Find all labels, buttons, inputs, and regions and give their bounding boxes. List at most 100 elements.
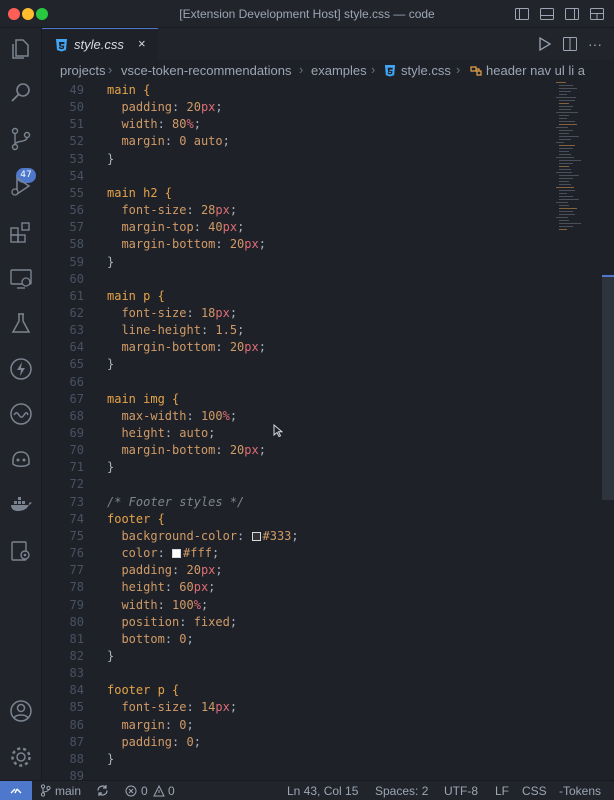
code-line[interactable]: 76 color: #fff; (42, 545, 552, 562)
gear-icon[interactable] (8, 744, 34, 770)
tokens-status[interactable]: -Tokens (559, 784, 601, 798)
code-line[interactable]: 57 margin-top: 40px; (42, 219, 552, 236)
line-number: 79 (69, 597, 84, 612)
wave-icon[interactable] (8, 401, 34, 427)
code-line[interactable]: 51 width: 80%; (42, 116, 552, 133)
docker-icon[interactable] (8, 491, 34, 517)
code-line[interactable]: 50 padding: 20px; (42, 99, 552, 116)
indentation-setting[interactable]: Spaces: 2 (375, 784, 428, 798)
code-line[interactable]: 61 main p { (42, 288, 552, 305)
extensions-icon[interactable] (8, 220, 34, 246)
code-text: width: 100%; (121, 597, 209, 612)
code-line[interactable]: 49 main { (42, 82, 552, 99)
code-line[interactable]: 74 footer { (42, 511, 552, 528)
code-line[interactable]: 81 bottom: 0; (42, 631, 552, 648)
code-line[interactable]: 89 (42, 768, 552, 780)
error-count[interactable]: 0 (141, 784, 148, 798)
code-text: } (107, 460, 115, 475)
error-icon (125, 785, 137, 797)
remote-explorer-icon[interactable] (8, 266, 34, 292)
customize-layout-icon[interactable] (589, 6, 605, 22)
code-line[interactable]: 60 (42, 271, 552, 288)
color-swatch[interactable] (172, 549, 182, 559)
code-text: background-color: #333; (121, 528, 299, 543)
color-swatch[interactable] (251, 531, 261, 541)
copilot-icon[interactable] (8, 446, 34, 472)
code-line[interactable]: 65} (42, 356, 552, 373)
code-line[interactable]: 62 font-size: 18px; (42, 305, 552, 322)
code-line[interactable]: 64 margin-bottom: 20px; (42, 339, 552, 356)
css-file-icon (384, 64, 396, 77)
line-number: 70 (69, 443, 84, 458)
search-icon[interactable] (8, 80, 34, 106)
cursor-position[interactable]: Ln 43, Col 15 (287, 784, 358, 798)
minimap-line (559, 181, 569, 182)
breadcrumb-item[interactable]: vsce-token-recommendations (121, 63, 292, 78)
breadcrumb-item[interactable]: style.css (401, 63, 451, 78)
explorer-icon[interactable] (8, 36, 34, 62)
code-line[interactable]: 84 footer p { (42, 682, 552, 699)
eol-setting[interactable]: LF (495, 784, 509, 798)
code-line[interactable]: 86 margin: 0; (42, 717, 552, 734)
code-line[interactable]: 53} (42, 151, 552, 168)
line-number: 78 (69, 580, 84, 595)
code-text: position: fixed; (121, 614, 238, 629)
warning-count[interactable]: 0 (168, 784, 175, 798)
code-line[interactable]: 71} (42, 459, 552, 476)
code-editor[interactable]: 49 main {50 padding: 20px; 51 width: 80%; 5… (42, 82, 614, 780)
code-line[interactable]: 55 main h2 { (42, 185, 552, 202)
account-icon[interactable] (8, 698, 34, 724)
code-line[interactable]: 67 main img { (42, 391, 552, 408)
code-line[interactable]: 83 (42, 665, 552, 682)
settings-sync-icon[interactable] (8, 538, 34, 564)
code-line[interactable]: 56 font-size: 28px; (42, 202, 552, 219)
tab-style-css[interactable]: style.css × (42, 28, 158, 60)
sync-icon[interactable] (96, 784, 109, 797)
breadcrumb-item[interactable]: examples (311, 63, 367, 78)
code-line[interactable]: 63 line-height: 1.5; (42, 322, 552, 339)
run-debug-icon[interactable] (8, 173, 34, 199)
minimap-line (559, 109, 571, 110)
close-icon[interactable]: × (138, 36, 146, 51)
code-line[interactable]: 85 font-size: 14px; (42, 699, 552, 716)
code-line[interactable]: 78 height: 60px; (42, 579, 552, 596)
run-icon[interactable] (538, 36, 552, 52)
source-control-icon[interactable] (8, 126, 34, 152)
toggle-secondary-sidebar-icon[interactable] (564, 6, 580, 22)
more-actions-icon[interactable]: ··· (588, 36, 602, 52)
breadcrumb-item[interactable]: header nav ul li a (486, 63, 585, 78)
toggle-primary-sidebar-icon[interactable] (514, 6, 530, 22)
code-line[interactable]: 73 /* Footer styles */ (42, 494, 552, 511)
code-line[interactable]: 66 (42, 374, 552, 391)
minimap-line (556, 127, 568, 128)
code-line[interactable]: 59} (42, 254, 552, 271)
code-line[interactable]: 77 padding: 20px; (42, 562, 552, 579)
minimap[interactable] (556, 82, 604, 242)
breadcrumb-item[interactable]: projects (60, 63, 106, 78)
branch-name[interactable]: main (55, 784, 81, 798)
code-line[interactable]: 58 margin-bottom: 20px; (42, 236, 552, 253)
code-line[interactable]: 80 position: fixed; (42, 614, 552, 631)
code-line[interactable]: 88} (42, 751, 552, 768)
split-editor-icon[interactable] (562, 36, 578, 52)
code-line[interactable]: 82} (42, 648, 552, 665)
lightning-icon[interactable] (8, 356, 34, 382)
code-line[interactable]: 69 height: auto; (42, 425, 552, 442)
code-line[interactable]: 68 max-width: 100%; (42, 408, 552, 425)
code-line[interactable]: 70 margin-bottom: 20px; (42, 442, 552, 459)
minimap-line (559, 106, 573, 107)
code-line[interactable]: 52 margin: 0 auto; (42, 133, 552, 150)
remote-indicator[interactable] (0, 781, 32, 800)
code-line[interactable]: 72 (42, 476, 552, 493)
toggle-panel-icon[interactable] (539, 6, 555, 22)
encoding-setting[interactable]: UTF-8 (444, 784, 478, 798)
code-text: font-size: 18px; (121, 305, 238, 320)
language-mode[interactable]: CSS (522, 784, 547, 798)
minimap-line (559, 148, 573, 149)
code-line[interactable]: 79 width: 100%; (42, 597, 552, 614)
code-line[interactable]: 75 background-color: #333; (42, 528, 552, 545)
testing-icon[interactable] (8, 311, 34, 337)
code-line[interactable]: 54 (42, 168, 552, 185)
scrollbar-thumb[interactable] (602, 276, 614, 500)
code-line[interactable]: 87 padding: 0; (42, 734, 552, 751)
